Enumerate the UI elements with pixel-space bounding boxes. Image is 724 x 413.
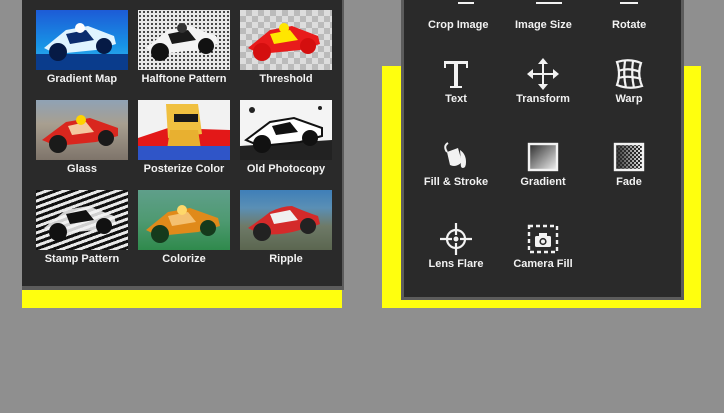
camera-fill-icon bbox=[527, 224, 559, 254]
effect-label: Ripple bbox=[269, 253, 303, 265]
tool-rotate-label[interactable]: Rotate bbox=[612, 19, 646, 31]
photocopy-thumbnail bbox=[240, 100, 332, 160]
effect-label: Posterize Color bbox=[143, 163, 225, 175]
effect-old-photocopy[interactable]: Old Photocopy bbox=[240, 100, 332, 181]
tool-crop-image-label[interactable]: Crop Image bbox=[428, 19, 489, 31]
effect-ripple[interactable]: Ripple bbox=[240, 190, 332, 271]
effects-panel: Gradient Map Halftone Pattern Threshold bbox=[22, 0, 342, 286]
tools-panel: Crop Image Image Size Rotate Text Transf… bbox=[404, 0, 681, 297]
gradient-map-thumbnail bbox=[36, 10, 128, 70]
warp-grid-icon bbox=[615, 59, 644, 89]
crop-icon bbox=[458, 0, 474, 4]
effect-label: Threshold bbox=[259, 73, 313, 85]
tool-fade[interactable]: Fade bbox=[584, 140, 674, 212]
effect-label: Glass bbox=[67, 163, 97, 175]
tool-warp[interactable]: Warp bbox=[584, 57, 674, 129]
threshold-thumbnail bbox=[240, 10, 332, 70]
image-size-icon bbox=[536, 0, 562, 4]
effect-label: Halftone Pattern bbox=[141, 73, 227, 85]
effect-colorize[interactable]: Colorize bbox=[138, 190, 230, 271]
effect-label: Stamp Pattern bbox=[44, 253, 120, 265]
effect-stamp-pattern[interactable]: Stamp Pattern bbox=[36, 190, 128, 271]
paint-bucket-icon bbox=[444, 142, 466, 168]
effect-glass[interactable]: Glass bbox=[36, 100, 128, 181]
effect-label: Old Photocopy bbox=[246, 163, 326, 175]
tool-label: Fade bbox=[616, 176, 642, 188]
effect-posterize-color[interactable]: Posterize Color bbox=[138, 100, 230, 181]
effect-gradient-map[interactable]: Gradient Map bbox=[36, 10, 128, 91]
text-icon bbox=[444, 61, 468, 88]
lens-flare-icon bbox=[440, 223, 472, 255]
transform-move-icon bbox=[527, 58, 559, 90]
halftone-thumbnail bbox=[138, 10, 230, 70]
tool-label: Warp bbox=[615, 93, 643, 105]
effect-label: Colorize bbox=[162, 253, 206, 265]
stamp-thumbnail bbox=[36, 190, 128, 250]
posterize-thumbnail bbox=[138, 100, 230, 160]
fade-icon bbox=[613, 142, 645, 172]
colorize-thumbnail bbox=[138, 190, 230, 250]
tool-label: Camera Fill bbox=[513, 258, 573, 270]
effect-label: Gradient Map bbox=[46, 73, 118, 85]
effect-threshold[interactable]: Threshold bbox=[240, 10, 332, 91]
gradient-icon bbox=[527, 142, 559, 172]
effect-halftone-pattern[interactable]: Halftone Pattern bbox=[138, 10, 230, 91]
rotate-icon bbox=[620, 0, 638, 4]
ripple-thumbnail bbox=[240, 190, 332, 250]
tool-camera-fill[interactable]: Camera Fill bbox=[498, 222, 588, 294]
glass-thumbnail bbox=[36, 100, 128, 160]
tool-image-size-label[interactable]: Image Size bbox=[515, 19, 572, 31]
